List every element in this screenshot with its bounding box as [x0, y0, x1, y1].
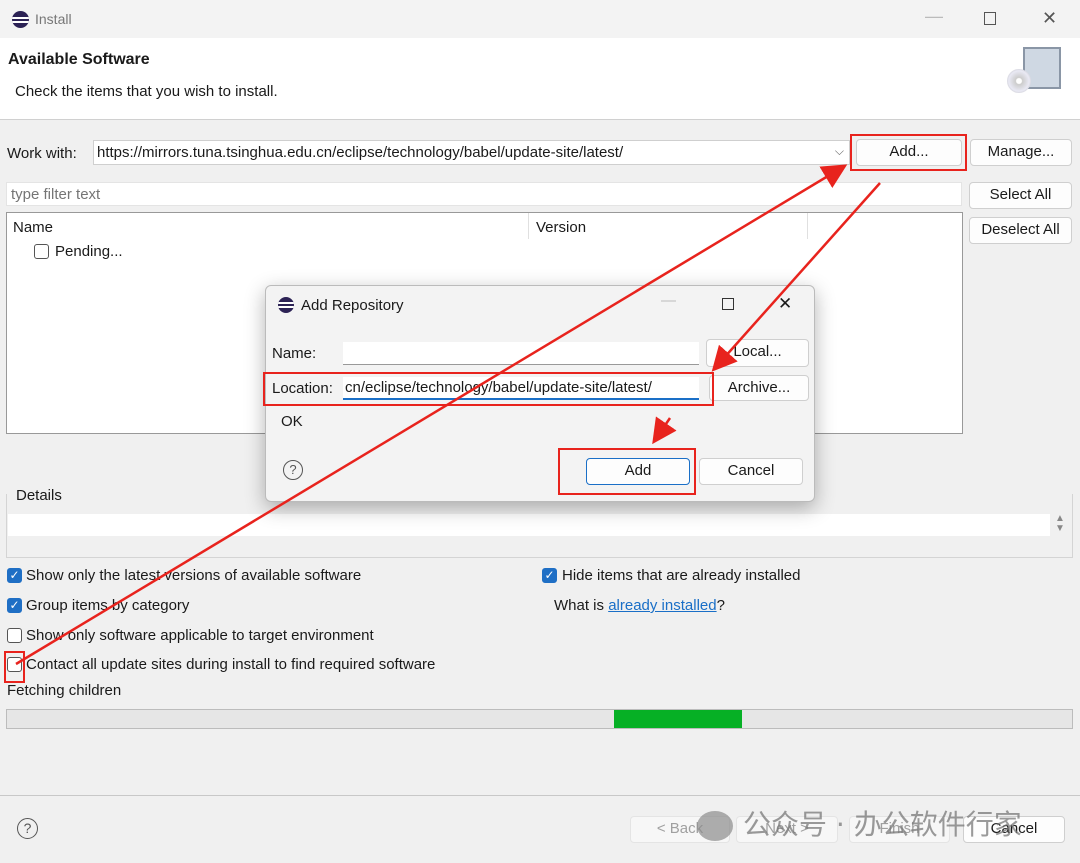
arrow-to-dialog-add: [652, 416, 677, 445]
annotation-arrows: [15, 164, 881, 666]
arrow-contact-to-add: [15, 164, 848, 666]
arrow-add-to-location: [711, 182, 881, 372]
